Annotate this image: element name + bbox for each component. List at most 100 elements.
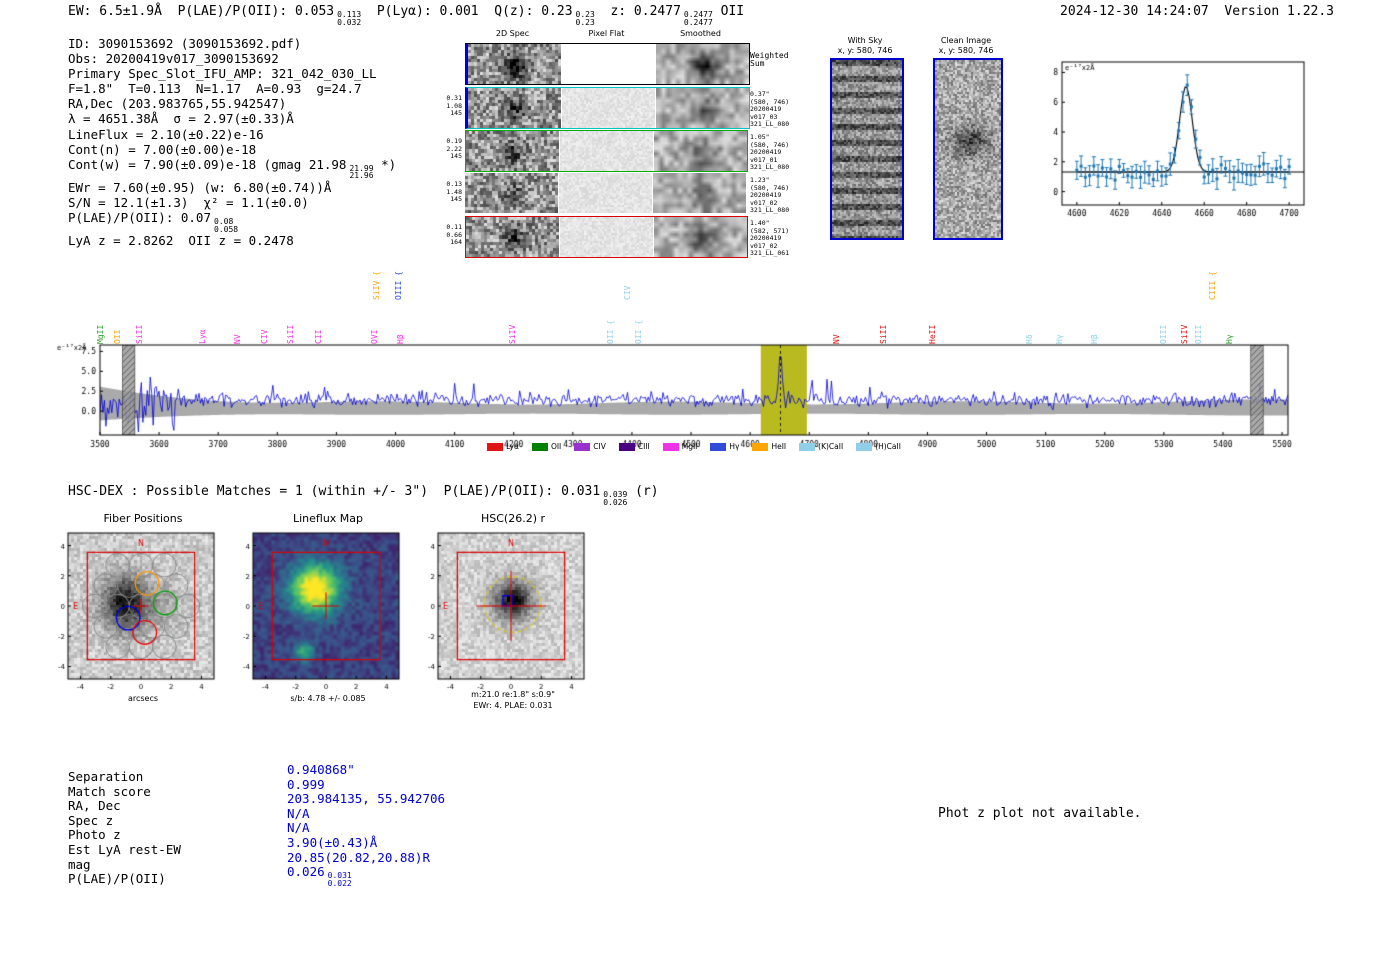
match-field-label: RA, Dec — [68, 798, 121, 814]
fiber-positions-panel — [38, 525, 234, 697]
info-line: RA,Dec (203.983765,55.942547) — [68, 96, 396, 111]
report-timestamp: 2024-12-30 14:24:07 — [1060, 4, 1209, 19]
col-header-2dspec: 2D Spec — [495, 29, 530, 38]
cutout-row — [465, 173, 746, 213]
match-table-row: Separation 0.940868" — [68, 762, 445, 785]
match-field-label: mag — [68, 856, 91, 872]
cutout-row-weights: 0.13 1.48 145 — [446, 180, 462, 204]
cutout-pixelflat — [560, 131, 653, 171]
text-segment: P(LAE)/P(OII): 0.07 — [68, 210, 211, 226]
text-segment: *) — [373, 156, 397, 172]
stacked-fraction: 21.99 21.96 — [349, 163, 374, 181]
lineflux-map-panel — [223, 525, 419, 697]
report-version: Version 1.22.3 — [1224, 4, 1334, 19]
legend-swatch — [531, 442, 548, 451]
text-segment: HSC-DEX : Possible Matches = 1 (within +… — [68, 484, 601, 499]
text-segment: RA,Dec (203.983765,55.942547) — [68, 96, 287, 112]
spectral-line-label: CIV — [622, 285, 632, 300]
info-line: ID: 3090153692 (3090153692.pdf) — [68, 36, 396, 51]
text-segment: 203.984135, 55.942706 — [287, 791, 446, 807]
info-line: LyA z = 2.8262 OII z = 0.2478 — [68, 233, 396, 248]
withsky-title: With Sky — [847, 36, 883, 45]
cutout-row-weights: 0.31 1.08 145 — [446, 94, 462, 118]
hsc-caption-2: EWr: 4. PLAE: 0.031 — [473, 701, 553, 710]
fiber-xlabel: arcsecs — [127, 694, 159, 703]
match-field-value: N/A — [287, 821, 310, 836]
cutout-row — [465, 43, 750, 85]
cutout-pixelflat — [562, 44, 655, 84]
stacked-fraction: 0.23 0.23 — [575, 10, 595, 27]
match-field-label: Match score — [68, 783, 151, 799]
col-header-pixelflat: Pixel Flat — [588, 29, 625, 38]
legend-label: OII — [550, 442, 562, 451]
cutout-smoothed — [654, 131, 747, 171]
text-segment: λ = 4651.38Å σ = 2.97(±0.33)Å — [68, 111, 294, 127]
stacked-fraction: 0.113 0.032 — [337, 10, 362, 27]
hsc-cutout-panel — [408, 525, 604, 697]
cutout-2dspec — [466, 217, 559, 257]
match-field-label: Est LyA rest-EW — [68, 841, 181, 857]
match-table-row: mag 20.85(20.82,20.88)R — [68, 850, 445, 873]
hsc-caption-1: m:21.0 re:1.8" s:0.9" — [471, 690, 555, 699]
clean-coords: x, y: 580, 746 — [938, 46, 994, 55]
stacked-fraction: 0.031 0.022 — [327, 871, 352, 888]
legend-item: (K)CaII — [799, 442, 843, 451]
match-field-value: 0.999 — [287, 777, 325, 793]
text-segment: LyA z = 2.8262 OII z = 0.2478 — [68, 233, 294, 249]
cutout-2dspec — [468, 88, 561, 128]
hsc-match-line: HSC-DEX : Possible Matches = 1 (within +… — [68, 484, 659, 506]
cutout-smoothed — [656, 44, 749, 84]
text-segment: N/A — [287, 820, 310, 836]
legend-item: OII — [531, 442, 562, 451]
cutout-row-annotation: Weighted Sum — [750, 51, 789, 68]
text-segment: 3.90(±0.43)Å — [287, 834, 378, 850]
match-field-value: 20.85(20.82,20.88)R — [287, 850, 430, 866]
legend-swatch — [662, 442, 679, 451]
header-meta: 2024-12-30 14:24:07 Version 1.22.3 — [1060, 4, 1334, 19]
spectral-line-label: OIII { — [393, 271, 403, 300]
legend-swatch — [618, 442, 635, 451]
stacked-fraction: 0.08 0.058 — [214, 217, 239, 234]
info-line: λ = 4651.38Å σ = 2.97(±0.33)Å — [68, 111, 396, 126]
legend-label: (K)CaII — [818, 442, 844, 451]
legend-swatch — [752, 442, 769, 451]
match-table-row: Spec z N/A — [68, 806, 445, 829]
info-line: S/N = 12.1(±1.3) χ² = 1.1(±0.0) — [68, 195, 396, 210]
legend-label: MgII — [681, 442, 698, 451]
text-segment: P(Lyα): 0.001 Q(z): 0.23 — [361, 4, 573, 19]
stacked-fraction: 0.039 0.026 — [603, 490, 628, 507]
info-line: Cont(w) = 7.90(±0.09)e-18 (gmag 21.98 21.… — [68, 157, 396, 180]
legend-item: CIV — [574, 442, 606, 451]
lineflux-map-title: Lineflux Map — [292, 512, 364, 525]
cutout-row-annotation: 0.37" (580, 746) 20200419 v017_03 321_LL… — [750, 90, 790, 129]
text-segment: EWr = 7.60(±0.95) (w: 6.80(±0.74))Å — [68, 179, 332, 195]
text-segment: 0.940868" — [287, 762, 355, 777]
match-field-value: 3.90(±0.43)Å — [287, 834, 378, 851]
hsc-cutout-title: HSC(26.2) r — [480, 512, 546, 525]
photz-note: Phot z plot not available. — [938, 806, 1142, 821]
text-segment: LineFlux = 2.10(±0.22)e-16 — [68, 126, 264, 142]
info-line: Cont(n) = 7.00(±0.00)e-18 — [68, 142, 396, 157]
clean-image — [933, 58, 1003, 240]
info-line: EWr = 7.60(±0.95) (w: 6.80(±0.74))Å — [68, 180, 396, 195]
legend-swatch — [487, 442, 504, 451]
match-field-value: N/A — [287, 806, 310, 822]
cutout-row-annotation: 1.40" (582, 571) 20200419 v017_02 321_LL… — [750, 219, 790, 258]
match-table-row: P(LAE)/P(OII) 0.026 0.031 0.022 — [68, 864, 445, 894]
cutout-row-annotation: 1.05" (580, 746) 20200419 v017_01 321_LL… — [750, 133, 790, 172]
match-field-label: P(LAE)/P(OII) — [68, 871, 166, 887]
info-line: F=1.8" T=0.113 N=1.17 A=0.93 g=24.7 — [68, 81, 396, 96]
legend-label: (H)CaII — [875, 442, 901, 451]
match-table-row: RA, Dec 203.984135, 55.942706 — [68, 791, 445, 814]
col-header-smoothed: Smoothed — [680, 29, 721, 38]
match-field-value: 0.940868" — [287, 762, 355, 778]
detection-info-block: ID: 3090153692 (3090153692.pdf) Obs: 2020… — [68, 36, 396, 248]
spectrum-legend: Lyα OII CIV CIII MgII Hγ HeII (K)CaII (H)CaII — [100, 442, 1288, 451]
cutout-row — [465, 216, 748, 258]
cutout-pixelflat — [562, 88, 655, 128]
cutout-2dspec — [465, 173, 558, 213]
text-segment: z: 0.2477 — [594, 4, 681, 19]
legend-swatch — [574, 442, 591, 451]
clean-title: Clean Image — [940, 36, 992, 45]
lineflux-caption: s/b: 4.78 +/- 0.085 — [290, 694, 366, 703]
